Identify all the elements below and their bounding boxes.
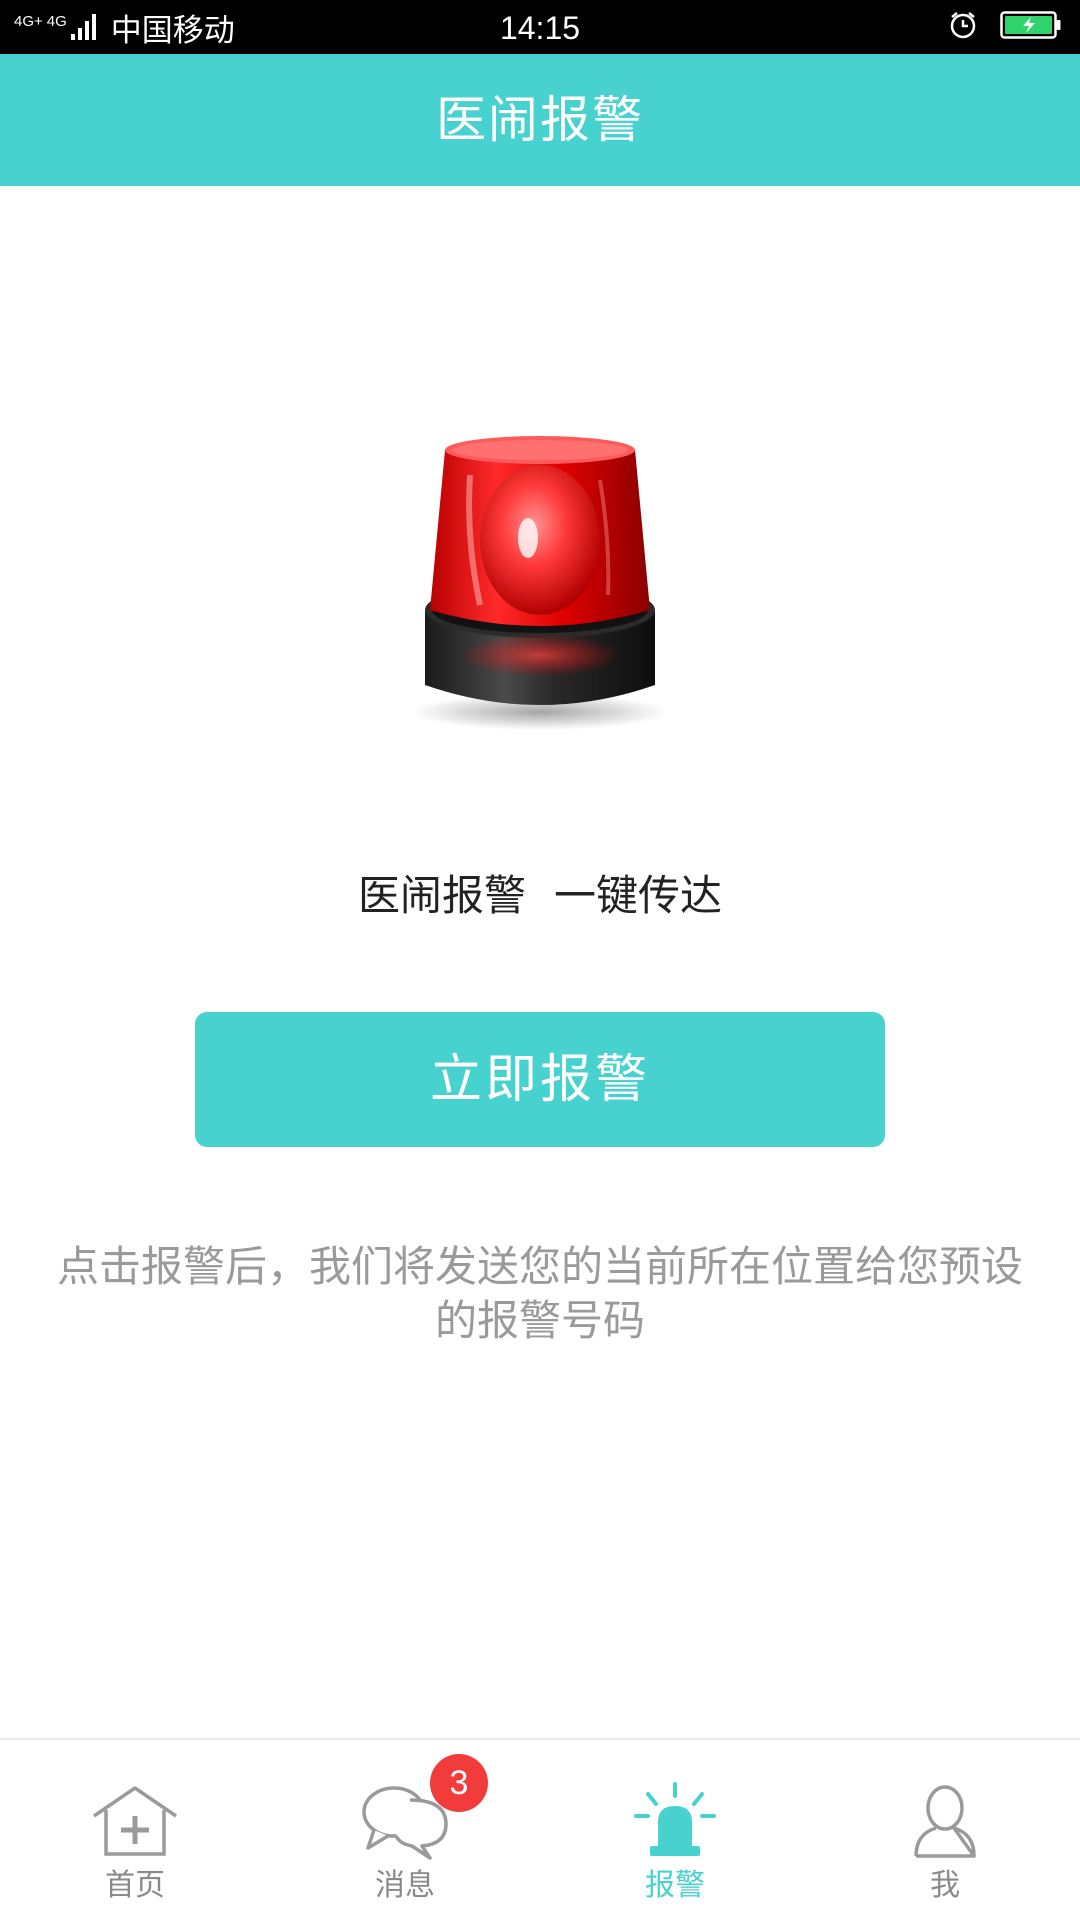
unread-count-badge: 3 — [430, 1754, 488, 1812]
tab-home-label: 首页 — [105, 1868, 165, 1903]
tab-home[interactable]: 首页 — [0, 1740, 270, 1920]
tab-me[interactable]: 我 — [810, 1740, 1080, 1920]
tab-messages-label: 消息 — [375, 1868, 435, 1903]
slogan: 医闹报警 一键传达 — [0, 862, 1080, 923]
siren-light-icon — [400, 420, 680, 740]
alarm-hint-text: 点击报警后，我们将发送您的当前所在位置给您预设的报警号码 — [56, 1242, 1023, 1345]
alarm-now-button[interactable]: 立即报警 — [195, 1012, 885, 1147]
status-bar: 4G+ 4G 中国移动 14:15 — [0, 0, 1080, 54]
tab-alarm-label: 报警 — [645, 1868, 705, 1903]
tab-messages[interactable]: 3 消息 — [270, 1740, 540, 1920]
bottom-nav: 首页 3 消息 报警 我 — [0, 1738, 1080, 1920]
home-plus-icon — [90, 1782, 180, 1862]
slogan-part-2: 一键传达 — [554, 871, 723, 920]
page-title: 医闹报警 — [436, 91, 644, 149]
tab-alarm[interactable]: 报警 — [540, 1740, 810, 1920]
slogan-part-1: 医闹报警 — [357, 871, 526, 920]
status-time: 14:15 — [499, 10, 581, 46]
siren-icon — [630, 1782, 720, 1862]
tab-me-label: 我 — [930, 1868, 960, 1903]
user-icon — [900, 1782, 990, 1862]
battery-charging-icon — [1000, 10, 1062, 44]
alarm-clock-icon — [948, 10, 978, 44]
screen: 4G+ 4G 中国移动 14:15 医闹报警 医闹报警 一键传达 立即报警 点击… — [0, 0, 1080, 1920]
status-right — [948, 0, 1062, 54]
app-header: 医闹报警 — [0, 54, 1080, 186]
